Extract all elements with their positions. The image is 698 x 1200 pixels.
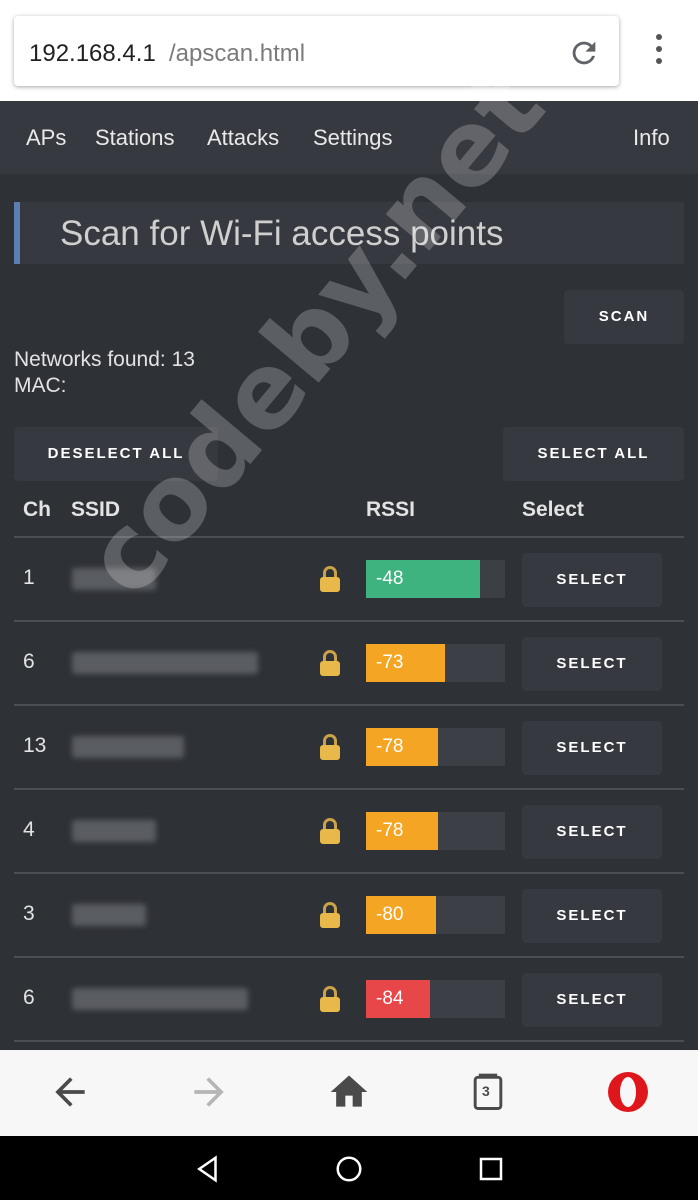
column-header-rssi: RSSI bbox=[366, 498, 416, 521]
ssid-redacted bbox=[72, 988, 248, 1010]
column-header-ch: Ch bbox=[23, 498, 51, 521]
site-nav: APs Stations Attacks Settings Info bbox=[0, 101, 698, 174]
browser-toolbar: 192.168.4.1 /apscan.html bbox=[0, 0, 698, 101]
nav-info[interactable]: Info bbox=[633, 125, 670, 151]
lock-icon bbox=[319, 650, 341, 678]
scan-button[interactable]: SCAN bbox=[564, 290, 684, 344]
rssi-bar: -80 bbox=[366, 896, 505, 934]
rssi-bar: -73 bbox=[366, 644, 505, 682]
lock-icon bbox=[319, 818, 341, 846]
channel-cell: 1 bbox=[23, 566, 35, 589]
nav-attacks[interactable]: Attacks bbox=[207, 125, 279, 151]
lock-icon bbox=[319, 986, 341, 1014]
nav-settings[interactable]: Settings bbox=[313, 125, 393, 151]
rssi-value: -84 bbox=[376, 988, 404, 1009]
mac-label: MAC: bbox=[14, 374, 67, 397]
channel-cell: 6 bbox=[23, 650, 35, 673]
lock-icon bbox=[319, 902, 341, 930]
forward-arrow-icon[interactable] bbox=[187, 1070, 231, 1114]
rssi-value: -48 bbox=[376, 568, 404, 589]
select-button[interactable]: SELECT bbox=[522, 805, 662, 859]
ssid-redacted bbox=[72, 652, 258, 674]
networks-found: Networks found: 13 bbox=[14, 348, 195, 371]
nav-aps[interactable]: APs bbox=[26, 125, 66, 151]
select-button[interactable]: SELECT bbox=[522, 889, 662, 943]
android-home-icon[interactable] bbox=[334, 1154, 364, 1184]
opera-logo[interactable] bbox=[606, 1070, 650, 1114]
android-recents-icon[interactable] bbox=[476, 1154, 506, 1184]
select-button[interactable]: SELECT bbox=[522, 553, 662, 607]
channel-cell: 3 bbox=[23, 902, 35, 925]
ssid-redacted bbox=[72, 904, 146, 926]
channel-cell: 13 bbox=[23, 734, 47, 757]
rssi-value: -73 bbox=[376, 652, 404, 673]
tabs-icon[interactable]: 3 bbox=[466, 1070, 510, 1114]
table-row: 13 -78 SELECT bbox=[14, 706, 684, 790]
ssid-redacted bbox=[72, 820, 156, 842]
rssi-value: -78 bbox=[376, 820, 404, 841]
nav-stations[interactable]: Stations bbox=[95, 125, 175, 151]
overflow-menu-icon[interactable] bbox=[648, 34, 670, 72]
android-back-icon[interactable] bbox=[193, 1154, 223, 1184]
rssi-bar: -78 bbox=[366, 812, 505, 850]
table-row: 4 -78 SELECT bbox=[14, 790, 684, 874]
ssid-redacted bbox=[72, 736, 184, 758]
rssi-bar: -84 bbox=[366, 980, 505, 1018]
url-path: /apscan.html bbox=[169, 40, 306, 67]
select-all-button[interactable]: SELECT ALL bbox=[503, 427, 684, 481]
tab-count: 3 bbox=[482, 1083, 490, 1099]
rssi-value: -80 bbox=[376, 904, 404, 925]
select-button[interactable]: SELECT bbox=[522, 721, 662, 775]
address-bar[interactable]: 192.168.4.1 /apscan.html bbox=[14, 16, 619, 86]
rssi-bar: -48 bbox=[366, 560, 505, 598]
select-button[interactable]: SELECT bbox=[522, 973, 662, 1027]
screen: 192.168.4.1 /apscan.html APs Stations At… bbox=[0, 0, 698, 1200]
select-button[interactable]: SELECT bbox=[522, 637, 662, 691]
back-arrow-icon[interactable] bbox=[48, 1070, 92, 1114]
rssi-value: -78 bbox=[376, 736, 404, 757]
channel-cell: 6 bbox=[23, 986, 35, 1009]
table-row: 6 -84 SELECT bbox=[14, 958, 684, 1042]
home-icon[interactable] bbox=[327, 1070, 371, 1114]
reload-icon[interactable] bbox=[567, 36, 601, 70]
lock-icon bbox=[319, 734, 341, 762]
android-nav-bar bbox=[0, 1136, 698, 1200]
url-host: 192.168.4.1 bbox=[29, 40, 156, 67]
table-row: 3 -80 SELECT bbox=[14, 874, 684, 958]
table-row: 6 -73 SELECT bbox=[14, 622, 684, 706]
channel-cell: 4 bbox=[23, 818, 35, 841]
rssi-bar: -78 bbox=[366, 728, 505, 766]
lock-icon bbox=[319, 566, 341, 594]
browser-bottom-bar: 3 bbox=[0, 1050, 698, 1136]
column-header-select: Select bbox=[522, 498, 584, 521]
